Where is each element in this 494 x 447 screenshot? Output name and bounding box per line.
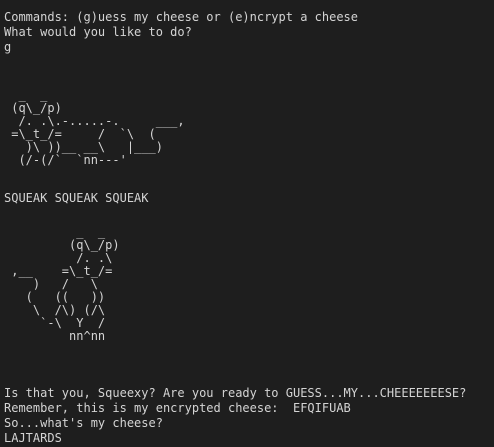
challenge-line: Is that you, Squeexy? Are you ready to G…	[4, 386, 467, 400]
mouse-ascii-art-lying: _ _ (q\_/p) /. .\.-.....-. ___, =\_t_/= …	[11, 88, 185, 167]
action-question: What would you like to do?	[4, 25, 192, 39]
squeak-text: SQUEAK SQUEAK SQUEAK	[4, 191, 149, 205]
encrypted-cheese-line: Remember, this is my encrypted cheese: E…	[4, 401, 351, 415]
mouse-ascii-art-standing: _ _ (q\_/p) /. .\ ,__ =\_t_/= ) / \ ( ((…	[11, 225, 120, 343]
user-answer-input: LAJTARDS	[4, 431, 62, 445]
commands-prompt: Commands: (g)uess my cheese or (e)ncrypt…	[4, 10, 359, 24]
guess-question: So...what's my cheese?	[4, 416, 163, 430]
user-choice-input: g	[4, 40, 12, 54]
terminal-window[interactable]: Commands: (g)uess my cheese or (e)ncrypt…	[0, 0, 494, 447]
